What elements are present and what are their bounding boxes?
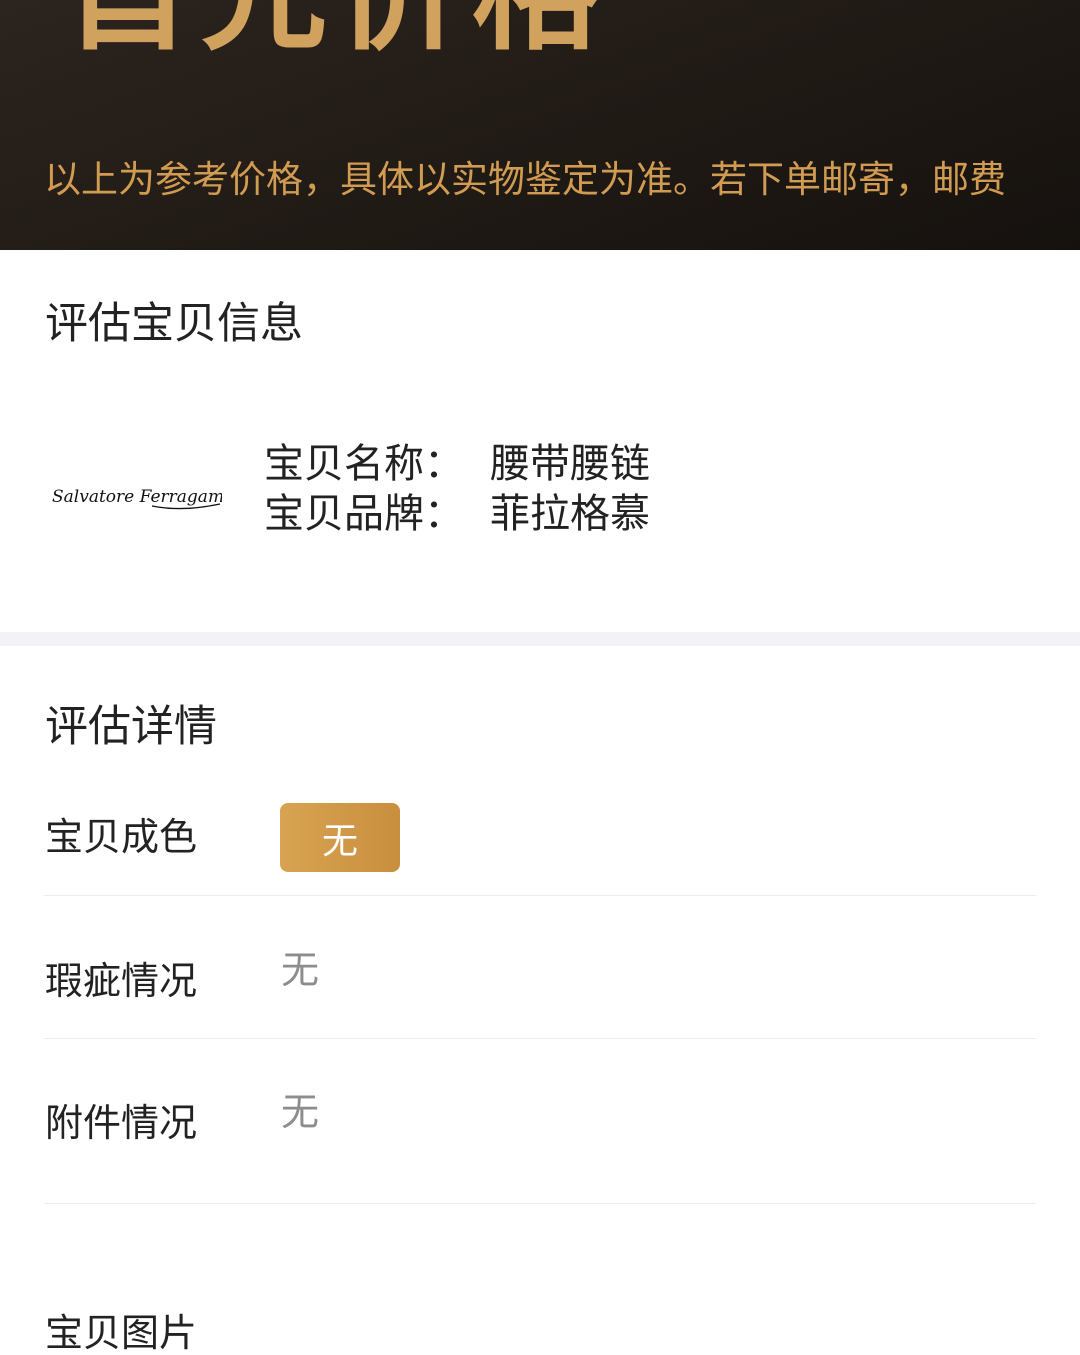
price-banner: 首先价格 以上为参考价格，具体以实物鉴定为准。若下单邮寄，邮费 bbox=[0, 0, 1080, 250]
photos-label: 宝贝图片 bbox=[45, 1311, 198, 1355]
item-brand-row: 宝贝品牌： 菲拉格慕 bbox=[264, 491, 650, 537]
svg-text:Salvatore Ferragamo: Salvatore Ferragamo bbox=[52, 487, 222, 507]
accessory-value: 无 bbox=[281, 1090, 320, 1134]
condition-label: 宝贝成色 bbox=[45, 815, 198, 859]
banner-note: 以上为参考价格，具体以实物鉴定为准。若下单邮寄，邮费 bbox=[44, 158, 1006, 201]
item-brand-value: 菲拉格慕 bbox=[490, 491, 650, 537]
condition-badge: 无 bbox=[280, 803, 400, 872]
item-name-label: 宝贝名称： bbox=[264, 441, 464, 487]
row-divider bbox=[44, 1038, 1036, 1039]
details-title: 评估详情 bbox=[45, 702, 217, 752]
item-brand-label: 宝贝品牌： bbox=[264, 491, 464, 537]
section-divider bbox=[0, 632, 1080, 646]
item-info-title: 评估宝贝信息 bbox=[45, 299, 303, 349]
flaw-label: 瑕疵情况 bbox=[45, 959, 198, 1003]
row-divider bbox=[44, 1203, 1036, 1204]
item-name-value: 腰带腰链 bbox=[490, 441, 650, 487]
flaw-value: 无 bbox=[281, 948, 320, 992]
item-name-row: 宝贝名称： 腰带腰链 bbox=[264, 441, 650, 487]
brand-logo: Salvatore Ferragamo bbox=[52, 487, 222, 510]
row-divider bbox=[44, 895, 1036, 896]
banner-title: 首先价格 bbox=[64, 0, 608, 58]
accessory-label: 附件情况 bbox=[45, 1101, 198, 1145]
